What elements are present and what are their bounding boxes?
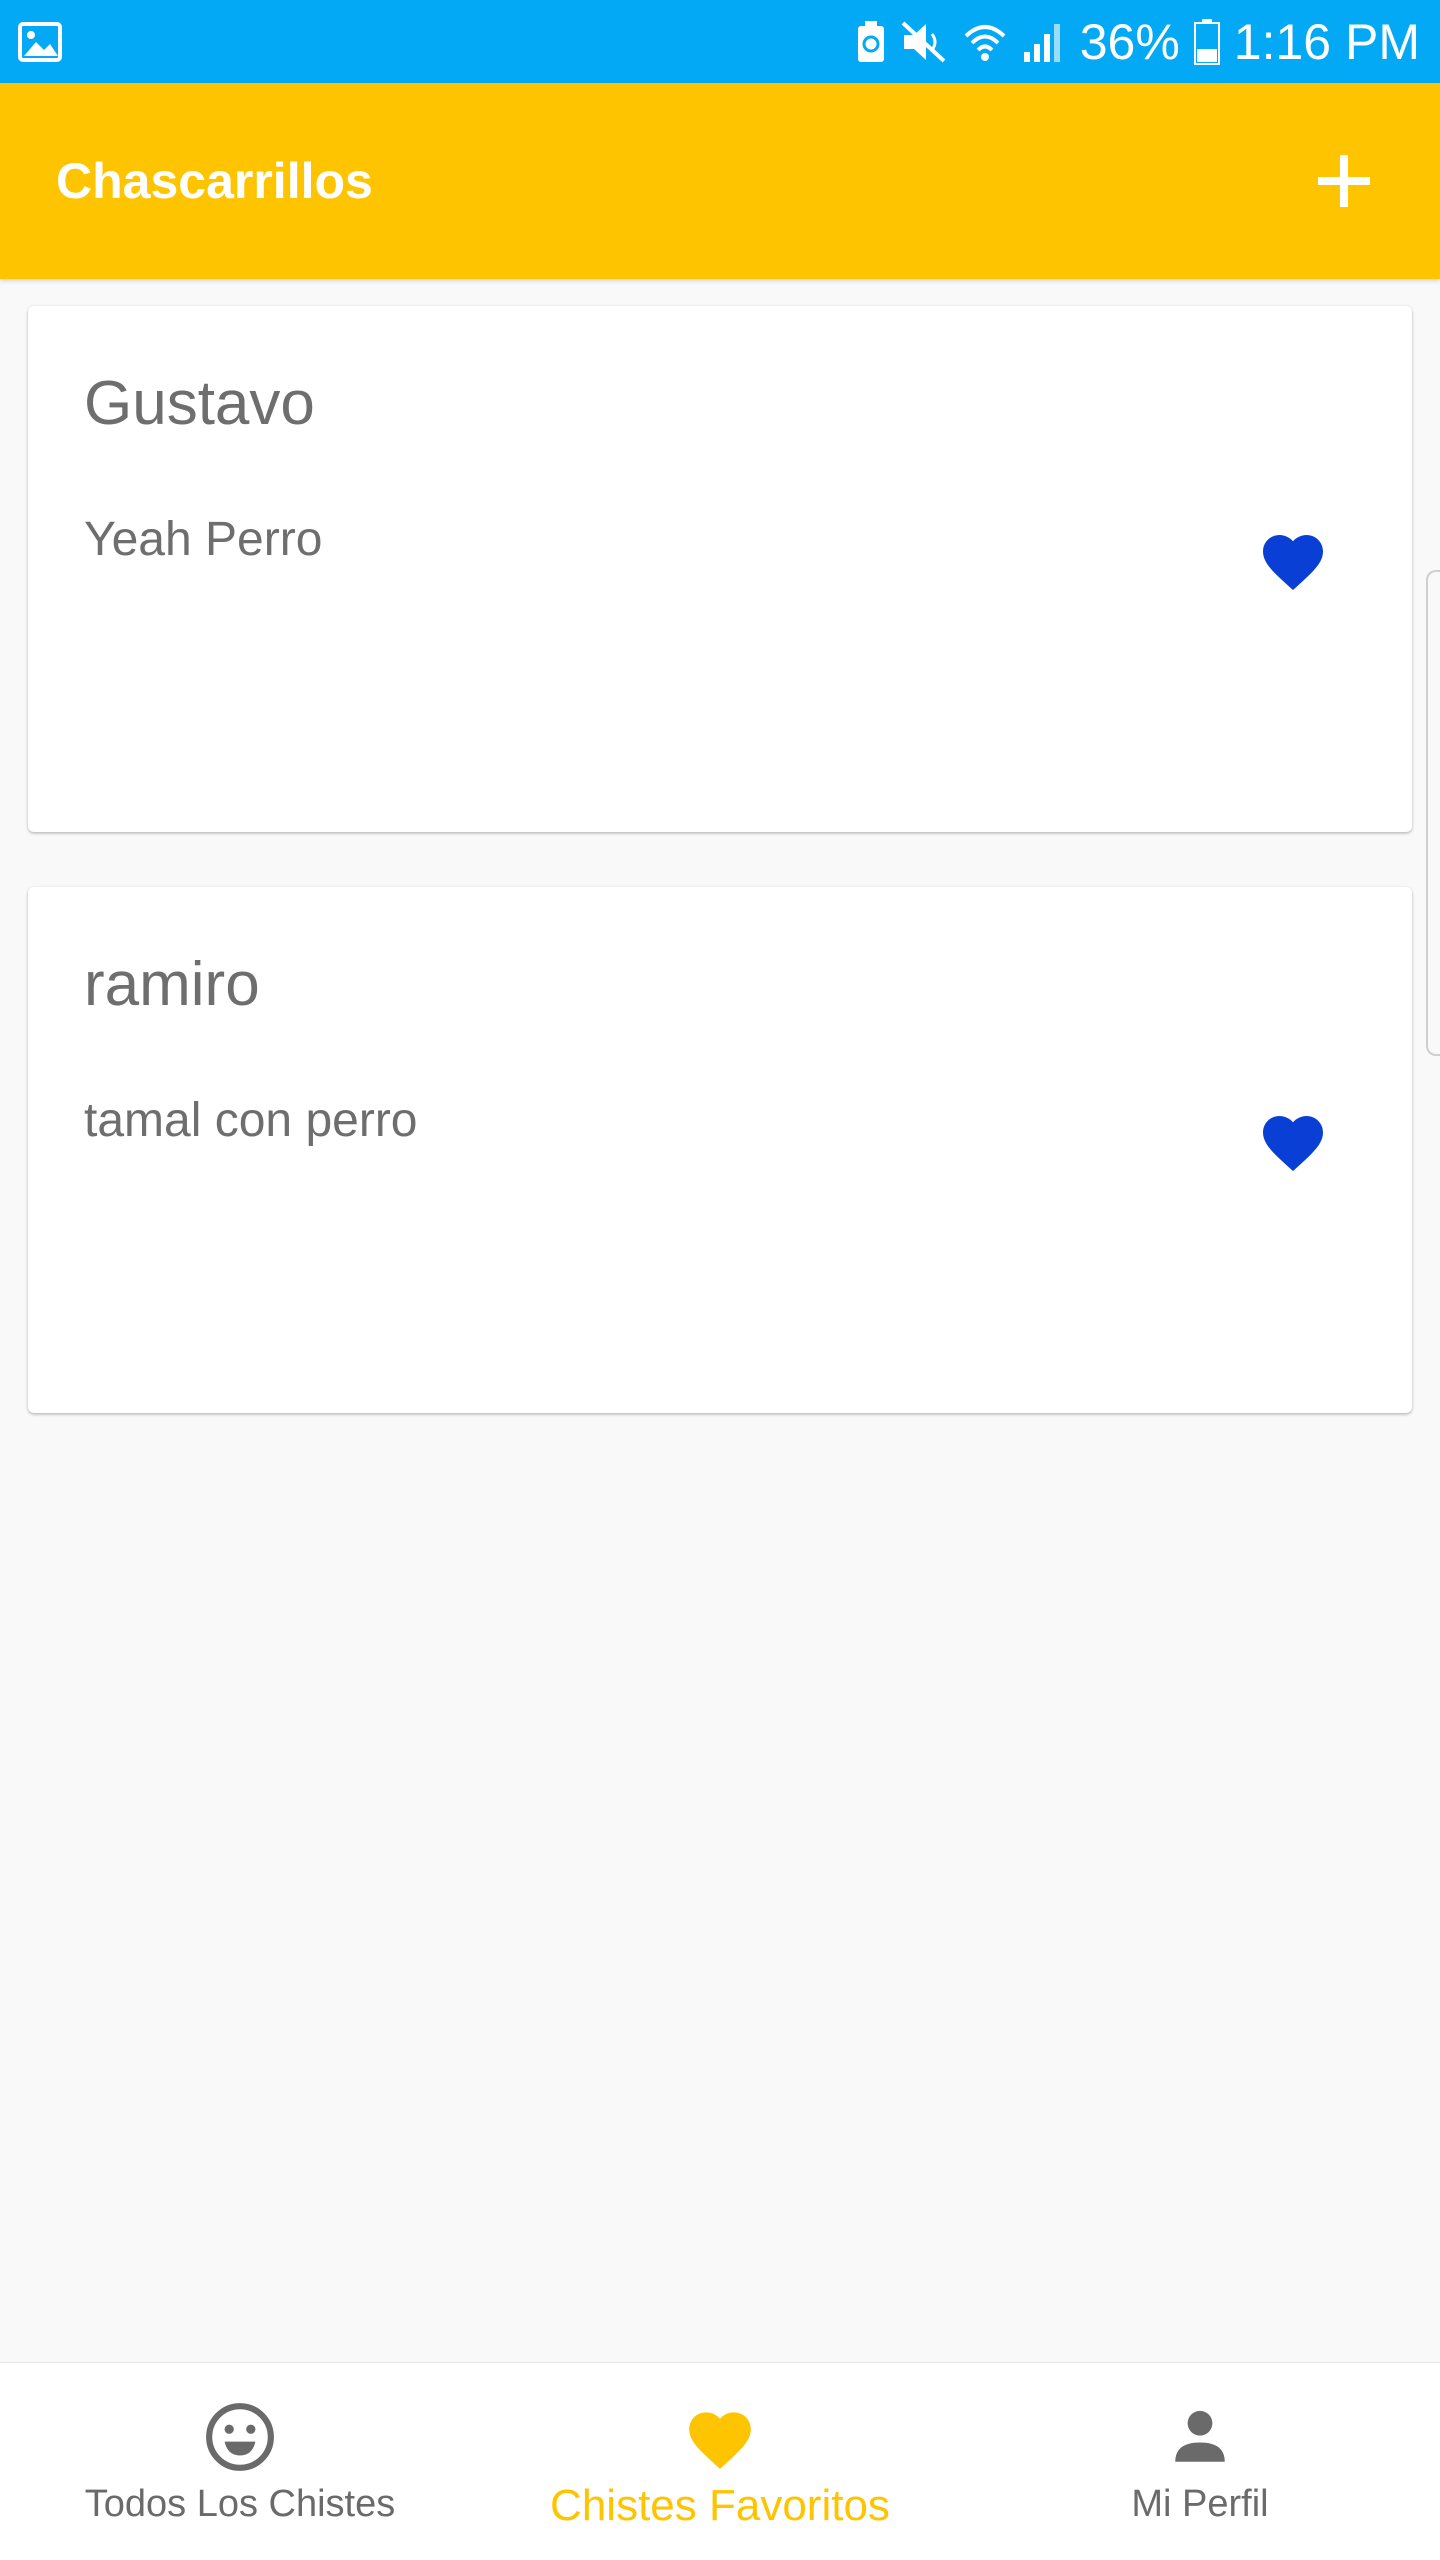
nav-mi-perfil[interactable]: Mi Perfil [960,2363,1440,2560]
battery-percentage: 36% [1079,13,1180,70]
nav-label: Mi Perfil [1131,2483,1269,2525]
status-bar: 36% 1:16 PM [0,0,1440,83]
joke-author: Gustavo [84,369,315,438]
gallery-icon [18,21,62,62]
bottom-navigation: Todos Los Chistes Chistes Favoritos Mi P… [0,2362,1440,2560]
nav-label: Chistes Favoritos [550,2481,890,2530]
clock: 1:16 PM [1233,13,1420,70]
nav-todos-los-chistes[interactable]: Todos Los Chistes [0,2363,480,2560]
joke-card[interactable]: Gustavo Yeah Perro [28,306,1412,832]
joke-card[interactable]: ramiro tamal con perro [28,887,1412,1413]
favorite-button[interactable] [1248,1095,1338,1185]
joke-text: Yeah Perro [84,513,323,566]
battery-saver-icon [856,20,886,64]
joke-text: tamal con perro [84,1094,418,1147]
mute-icon [900,20,948,64]
edge-panel-handle[interactable] [1426,570,1440,1056]
status-bar-left [18,21,62,62]
app-title: Chascarrillos [56,153,373,209]
wifi-icon [962,20,1008,64]
status-bar-right: 36% 1:16 PM [856,13,1420,71]
favorite-button[interactable] [1248,514,1338,604]
heart-icon [1263,535,1323,591]
nav-label: Todos Los Chistes [84,2483,396,2525]
smiley-icon [203,2397,277,2477]
plus-icon [1318,155,1370,207]
battery-icon [1193,18,1220,65]
add-joke-button[interactable] [1304,141,1384,221]
nav-chistes-favoritos[interactable]: Chistes Favoritos [480,2363,960,2560]
screen: 36% 1:16 PM Chascarrillos Gustavo Yeah P… [0,0,1440,2560]
person-icon [1167,2397,1233,2477]
signal-icon [1022,20,1066,64]
app-bar: Chascarrillos [0,83,1440,279]
joke-author: ramiro [84,950,260,1019]
heart-icon [1263,1116,1323,1172]
heart-icon [683,2397,757,2477]
